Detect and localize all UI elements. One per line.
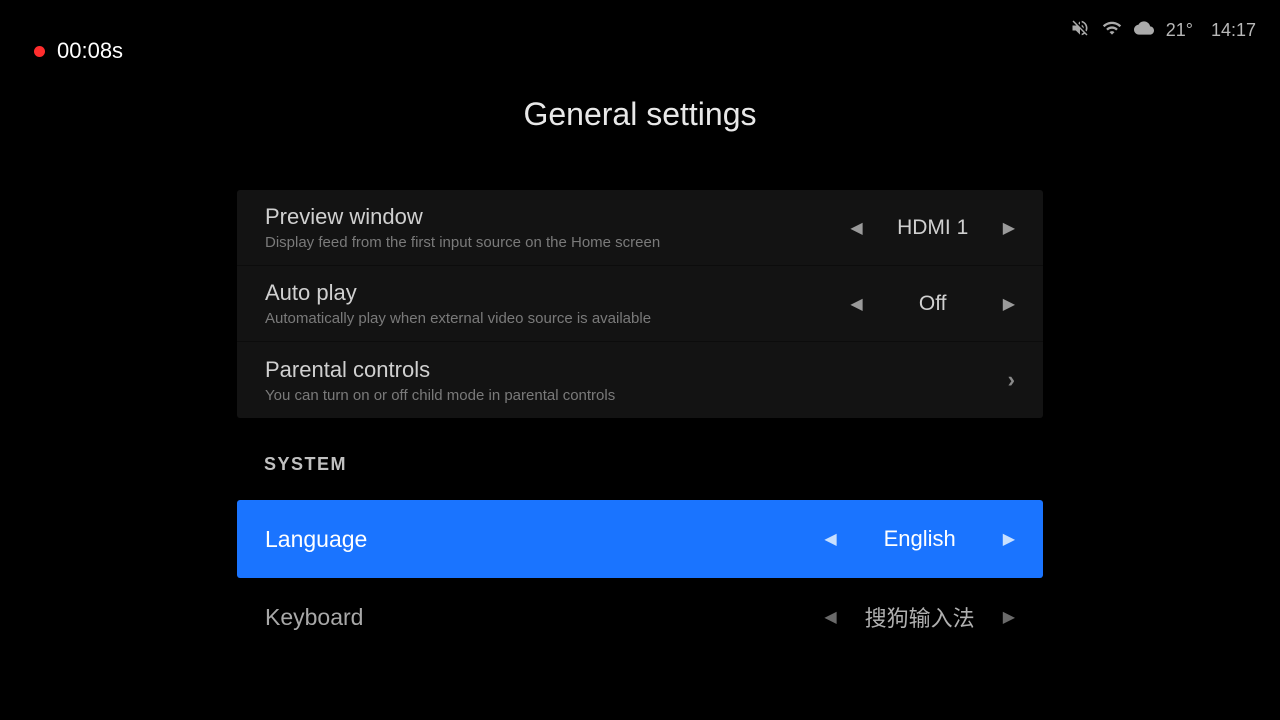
row-text: Parental controls You can turn on or off… (265, 357, 805, 404)
row-control: ◀ 搜狗输入法 ▶ (805, 601, 1015, 633)
arrow-right-icon[interactable]: ▶ (1003, 294, 1015, 314)
row-preview-window[interactable]: Preview window Display feed from the fir… (237, 190, 1043, 266)
row-text: Preview window Display feed from the fir… (265, 204, 805, 251)
weather-icon (1134, 18, 1154, 43)
row-value: 搜狗输入法 (865, 601, 975, 633)
mute-icon (1070, 18, 1090, 43)
temperature-value: 21° (1166, 20, 1193, 41)
arrow-left-icon[interactable]: ◀ (850, 218, 862, 238)
section-header-system: SYSTEM (264, 454, 347, 475)
recording-time: 00:08s (57, 38, 123, 64)
row-desc: Automatically play when external video s… (265, 310, 805, 327)
row-control: ◀ HDMI 1 ▶ (805, 216, 1015, 240)
row-keyboard[interactable]: Keyboard ◀ 搜狗输入法 ▶ (237, 578, 1043, 656)
row-title: Parental controls (265, 357, 805, 383)
clock-time: 14:17 (1211, 20, 1256, 41)
arrow-right-icon[interactable]: ▶ (1003, 529, 1015, 549)
row-control: ◀ Off ▶ (805, 292, 1015, 316)
page-title: General settings (0, 96, 1280, 133)
row-control: › (805, 367, 1015, 393)
row-desc: Display feed from the first input source… (265, 234, 805, 251)
status-bar: 21° 14:17 (1070, 18, 1256, 43)
row-text: Auto play Automatically play when extern… (265, 280, 805, 327)
recording-indicator: 00:08s (34, 38, 123, 64)
row-title: Preview window (265, 204, 805, 230)
arrow-right-icon[interactable]: ▶ (1003, 607, 1015, 627)
row-desc: You can turn on or off child mode in par… (265, 387, 805, 404)
chevron-right-icon: › (1008, 367, 1015, 393)
row-parental-controls[interactable]: Parental controls You can turn on or off… (237, 342, 1043, 418)
row-language[interactable]: Language ◀ English ▶ (237, 500, 1043, 578)
row-value: Off (893, 292, 973, 316)
row-value: HDMI 1 (893, 216, 973, 240)
system-settings-panel: Language ◀ English ▶ Keyboard ◀ 搜狗输入法 ▶ (237, 500, 1043, 656)
row-title: Keyboard (265, 604, 805, 631)
row-control: ◀ English ▶ (805, 526, 1015, 552)
wifi-icon (1102, 18, 1122, 43)
row-auto-play[interactable]: Auto play Automatically play when extern… (237, 266, 1043, 342)
arrow-left-icon[interactable]: ◀ (824, 607, 836, 627)
general-settings-panel: Preview window Display feed from the fir… (237, 190, 1043, 418)
record-dot-icon (34, 46, 45, 57)
row-value: English (865, 526, 975, 552)
arrow-left-icon[interactable]: ◀ (850, 294, 862, 314)
arrow-right-icon[interactable]: ▶ (1003, 218, 1015, 238)
row-title: Auto play (265, 280, 805, 306)
arrow-left-icon[interactable]: ◀ (824, 529, 836, 549)
row-title: Language (265, 526, 805, 553)
